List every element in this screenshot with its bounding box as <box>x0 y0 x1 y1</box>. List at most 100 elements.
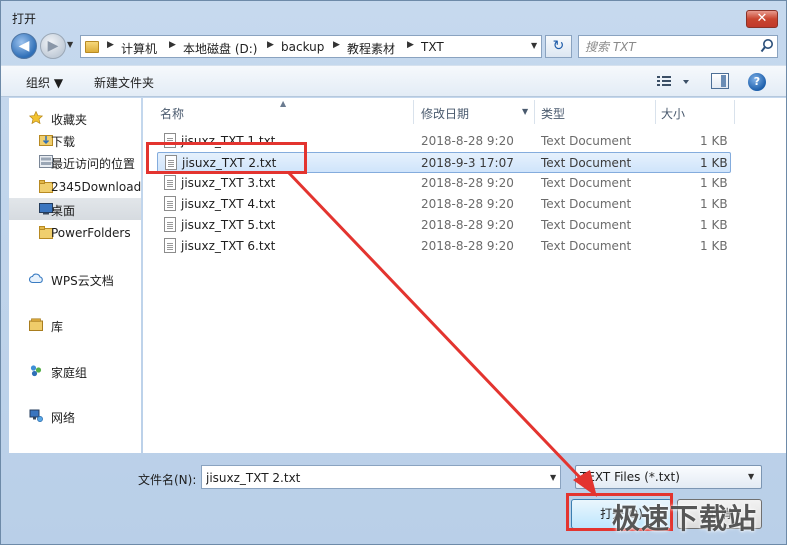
chevron-down-icon: ▼ <box>748 472 755 481</box>
sidebar-item-homegroup[interactable]: 家庭组 <box>9 360 141 382</box>
window-title: 打开 <box>12 12 37 26</box>
filename-combobox[interactable]: ▼ <box>201 465 561 489</box>
sidebar-item-downloads[interactable]: 下载 <box>9 129 141 151</box>
column-header-name[interactable]: ▲ 名称 <box>143 99 413 124</box>
sidebar-item-label: 网络 <box>51 411 76 425</box>
search-box[interactable] <box>578 35 778 58</box>
file-name: jisuxz_TXT 2.txt <box>182 156 277 170</box>
column-divider[interactable] <box>734 100 735 124</box>
sidebar-item-desktop[interactable]: 桌面 <box>9 198 141 220</box>
file-list: ▲ 名称 修改日期 ▼ 类型 大小 jisuxz_TXT 1.txt 2018-… <box>143 98 786 453</box>
help-button[interactable]: ? <box>748 73 766 91</box>
address-dropdown-icon[interactable]: ▼ <box>531 41 537 50</box>
text-file-icon <box>164 238 176 253</box>
sidebar-item-wps-cloud[interactable]: WPS云文档 <box>9 268 141 290</box>
file-type: Text Document <box>541 176 632 190</box>
breadcrumb-computer[interactable]: 计算机 <box>121 40 157 57</box>
new-folder-button[interactable]: 新建文件夹 <box>94 74 154 91</box>
folder-icon <box>85 41 99 53</box>
file-date: 2018-8-28 9:20 <box>421 218 514 232</box>
chevron-right-icon[interactable]: ▶ <box>267 40 274 50</box>
file-date: 2018-9-3 17:07 <box>421 156 514 170</box>
sidebar-item-label: 库 <box>51 320 64 334</box>
filename-input[interactable] <box>206 470 536 486</box>
column-label: 修改日期 <box>421 107 470 121</box>
column-label: 名称 <box>160 107 185 121</box>
file-row[interactable]: jisuxz_TXT 1.txt 2018-8-28 9:20 Text Doc… <box>157 131 731 152</box>
title-bar: 打开 ✕ <box>1 1 786 31</box>
watermark-logo: 极速下载站 <box>612 502 758 535</box>
recent-pages-dropdown-icon[interactable]: ▼ <box>67 40 73 49</box>
file-type-value: TEXT Files (*.txt) <box>580 470 680 484</box>
address-bar[interactable]: ▶ 计算机 ▶ 本地磁盘 (D:) ▶ backup ▶ 教程素材 ▶ TXT … <box>80 35 542 58</box>
breadcrumb-tutorial-materials[interactable]: 教程素材 <box>347 40 395 57</box>
sidebar-item-label: PowerFolders <box>51 226 131 240</box>
homegroup-icon <box>30 365 42 377</box>
file-type: Text Document <box>541 239 632 253</box>
back-button[interactable]: ◀ <box>11 33 37 59</box>
sidebar-item-label: 下载 <box>51 135 76 149</box>
organize-button[interactable]: 组织 ▼ <box>26 74 63 91</box>
file-size: 1 KB <box>700 218 728 232</box>
search-input[interactable] <box>585 39 755 55</box>
search-icon[interactable] <box>760 38 774 54</box>
file-name: jisuxz_TXT 5.txt <box>181 218 276 232</box>
sidebar-item-label: 最近访问的位置 <box>51 157 136 171</box>
chevron-right-icon[interactable]: ▶ <box>107 40 114 50</box>
change-view-button[interactable] <box>656 73 696 91</box>
star-icon <box>29 111 43 124</box>
sidebar-item-label: 桌面 <box>51 204 76 218</box>
file-type-select[interactable]: TEXT Files (*.txt) ▼ <box>575 465 762 489</box>
network-icon <box>29 409 43 422</box>
file-row[interactable]: jisuxz_TXT 6.txt 2018-8-28 9:20 Text Doc… <box>157 236 731 257</box>
close-button[interactable]: ✕ <box>746 10 778 28</box>
file-row-selected[interactable]: jisuxz_TXT 2.txt 2018-9-3 17:07 Text Doc… <box>157 152 731 173</box>
file-size: 1 KB <box>700 156 728 170</box>
preview-pane-icon <box>721 75 726 87</box>
file-size: 1 KB <box>700 176 728 190</box>
open-file-dialog: 打开 ✕ ◀ ▶ ▼ ▶ 计算机 ▶ 本地磁盘 (D:) ▶ backup ▶ … <box>0 0 787 545</box>
filename-history-dropdown-icon[interactable]: ▼ <box>550 473 556 482</box>
file-row[interactable]: jisuxz_TXT 3.txt 2018-8-28 9:20 Text Doc… <box>157 173 731 194</box>
sort-ascending-icon: ▲ <box>280 99 287 108</box>
file-name: jisuxz_TXT 3.txt <box>181 176 276 190</box>
breadcrumb-txt[interactable]: TXT <box>421 40 444 54</box>
breadcrumb-local-disk[interactable]: 本地磁盘 (D:) <box>183 40 257 57</box>
file-type: Text Document <box>541 156 632 170</box>
file-row[interactable]: jisuxz_TXT 4.txt 2018-8-28 9:20 Text Doc… <box>157 194 731 215</box>
forward-button[interactable]: ▶ <box>40 33 66 59</box>
file-size: 1 KB <box>700 134 728 148</box>
column-header-size[interactable]: 大小 <box>656 100 736 124</box>
chevron-right-icon[interactable]: ▶ <box>169 40 176 50</box>
file-date: 2018-8-28 9:20 <box>421 239 514 253</box>
column-filter-dropdown-icon[interactable]: ▼ <box>522 107 528 116</box>
text-file-icon <box>165 155 177 170</box>
details-view-icon <box>657 76 689 86</box>
sidebar-item-network[interactable]: 网络 <box>9 405 141 427</box>
text-file-icon <box>164 196 176 211</box>
breadcrumb-backup[interactable]: backup <box>281 40 324 54</box>
sidebar-item-powerfolders[interactable]: PowerFolders <box>9 222 141 244</box>
file-type: Text Document <box>541 197 632 211</box>
refresh-button[interactable]: ↻ <box>545 35 572 58</box>
chevron-right-icon[interactable]: ▶ <box>407 40 414 50</box>
sidebar-item-label: 2345Downloads <box>51 180 141 194</box>
filename-label: 文件名(N): <box>138 473 197 487</box>
navigation-bar: ◀ ▶ ▼ ▶ 计算机 ▶ 本地磁盘 (D:) ▶ backup ▶ 教程素材 … <box>1 31 786 61</box>
sidebar-item-2345downloads[interactable]: 2345Downloads <box>9 176 141 198</box>
preview-pane-button[interactable] <box>711 73 729 89</box>
column-header-date-modified[interactable]: 修改日期 ▼ <box>414 100 534 124</box>
file-date: 2018-8-28 9:20 <box>421 176 514 190</box>
file-row[interactable]: jisuxz_TXT 5.txt 2018-8-28 9:20 Text Doc… <box>157 215 731 236</box>
sidebar-item-libraries[interactable]: 库 <box>9 314 141 336</box>
sidebar-item-recent-places[interactable]: 最近访问的位置 <box>9 151 141 173</box>
chevron-right-icon[interactable]: ▶ <box>333 40 340 50</box>
library-icon <box>29 318 43 331</box>
navigation-pane: 收藏夹 下载 最近访问的位置 2345Downloads 桌面 PowerFol… <box>9 98 141 453</box>
file-date: 2018-8-28 9:20 <box>421 134 514 148</box>
file-type: Text Document <box>541 218 632 232</box>
column-header-type[interactable]: 类型 <box>535 100 655 124</box>
sidebar-item-favorites[interactable]: 收藏夹 <box>9 107 141 129</box>
sidebar-item-label: WPS云文档 <box>51 274 114 288</box>
file-type: Text Document <box>541 134 632 148</box>
